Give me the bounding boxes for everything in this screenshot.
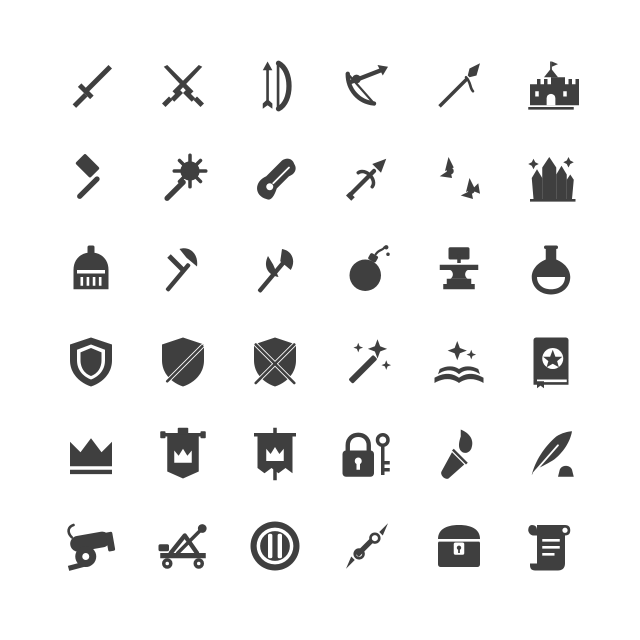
torch-icon xyxy=(441,429,473,479)
icon-cell xyxy=(45,132,137,224)
icon-cell xyxy=(137,500,229,592)
catapult-icon xyxy=(158,524,207,569)
bomb-icon xyxy=(349,245,390,291)
icon-cell xyxy=(321,132,413,224)
knight-helmet-icon xyxy=(73,245,109,290)
crown-icon xyxy=(70,438,112,475)
icon-cell xyxy=(137,408,229,500)
flag-crown-icon xyxy=(254,427,296,481)
quill-icon xyxy=(531,431,574,477)
treasure-chest-icon xyxy=(438,525,480,567)
icon-cell xyxy=(505,316,597,408)
scroll-icon xyxy=(528,525,571,571)
icon-cell xyxy=(413,408,505,500)
icon-cell xyxy=(505,132,597,224)
icon-cell xyxy=(321,316,413,408)
icon-cell xyxy=(45,500,137,592)
icon-cell xyxy=(137,316,229,408)
icon-cell xyxy=(321,408,413,500)
lute-icon xyxy=(257,158,296,200)
icon-cell xyxy=(229,408,321,500)
icon-cell xyxy=(413,40,505,132)
banner-icon xyxy=(160,427,206,479)
icon-cell xyxy=(505,40,597,132)
bow-and-arrow-icon xyxy=(262,60,292,112)
cannon-icon xyxy=(67,523,116,571)
icon-cell xyxy=(137,224,229,316)
magic-wand-icon xyxy=(349,339,392,384)
icon-cell xyxy=(229,132,321,224)
icon-cell xyxy=(413,132,505,224)
crossed-swords-shield-icon xyxy=(253,337,297,387)
icon-cell xyxy=(505,408,597,500)
icon-cell xyxy=(45,40,137,132)
shuriken-icon xyxy=(439,157,480,199)
spear-icon xyxy=(438,63,480,108)
icon-cell xyxy=(321,500,413,592)
war-hammer-icon xyxy=(75,154,100,199)
round-shield-icon xyxy=(250,521,300,571)
icon-cell xyxy=(137,40,229,132)
crossbow-icon xyxy=(345,65,388,106)
icon-cell xyxy=(229,316,321,408)
icon-sheet xyxy=(0,0,640,640)
shield-sword-icon xyxy=(162,337,205,387)
icon-cell xyxy=(229,224,321,316)
sword-icon xyxy=(72,65,112,108)
double-axe-icon xyxy=(257,249,294,293)
icon-cell xyxy=(413,224,505,316)
mace-icon xyxy=(164,153,208,201)
lock-and-key-icon xyxy=(342,432,390,477)
crossbow-bolt-icon xyxy=(346,158,387,201)
spell-book-icon xyxy=(533,337,569,389)
shield-icon xyxy=(70,337,112,387)
potion-icon xyxy=(531,245,571,295)
icon-grid xyxy=(45,40,597,592)
icon-cell xyxy=(45,224,137,316)
castle-icon xyxy=(528,61,579,110)
double-dagger-icon xyxy=(346,523,388,569)
icon-cell xyxy=(505,224,597,316)
icon-cell xyxy=(413,500,505,592)
icon-cell xyxy=(413,316,505,408)
icon-cell xyxy=(45,408,137,500)
icon-cell xyxy=(45,316,137,408)
icon-cell xyxy=(321,224,413,316)
crossed-swords-icon xyxy=(162,65,204,107)
icon-cell xyxy=(137,132,229,224)
icon-cell xyxy=(229,40,321,132)
anvil-icon xyxy=(439,247,479,290)
axe-icon xyxy=(165,248,198,292)
icon-cell xyxy=(505,500,597,592)
icon-cell xyxy=(321,40,413,132)
icon-cell xyxy=(229,500,321,592)
crystals-icon xyxy=(528,157,576,202)
magic-book-icon xyxy=(434,341,484,383)
